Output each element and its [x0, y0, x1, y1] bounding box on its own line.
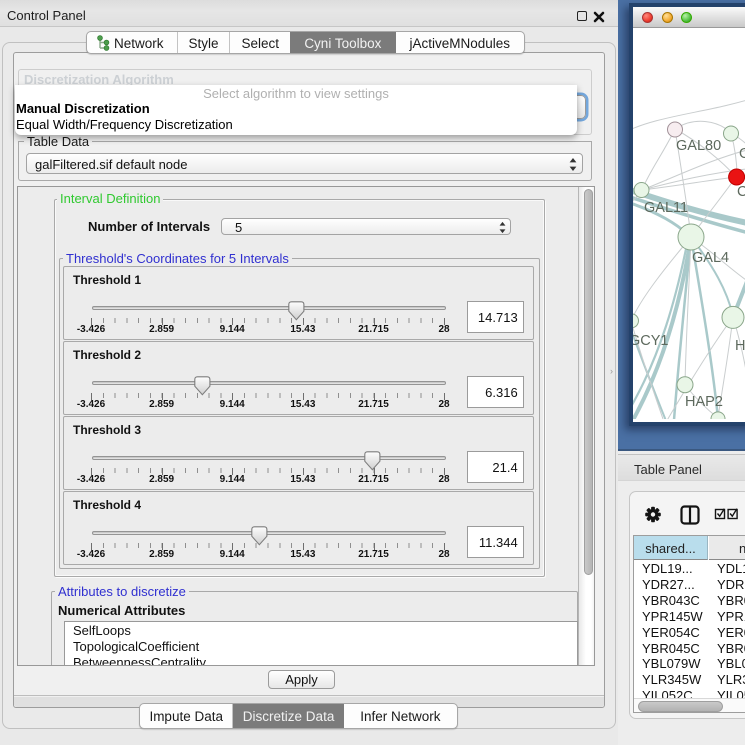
svg-text:C: C: [737, 184, 745, 200]
svg-text:HAP2: HAP2: [685, 394, 723, 410]
svg-text:GAL4: GAL4: [692, 250, 729, 266]
svg-text:GAL11: GAL11: [644, 200, 688, 216]
svg-text:GCY1: GCY1: [633, 333, 669, 349]
svg-text:H: H: [735, 338, 745, 354]
svg-text:GA: GA: [739, 146, 745, 162]
svg-text:GAL80: GAL80: [676, 138, 721, 154]
